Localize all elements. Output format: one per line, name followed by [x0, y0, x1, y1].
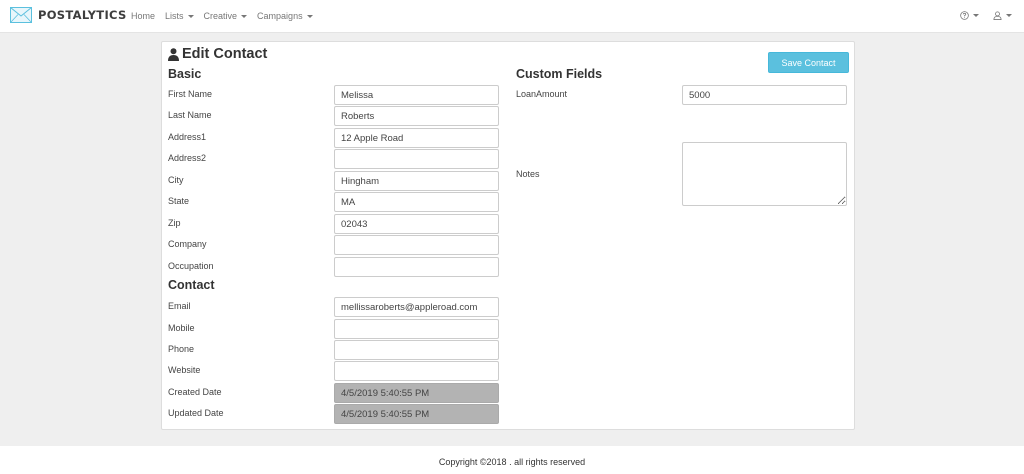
field-label: Created Date [168, 387, 222, 397]
created-date-input [334, 383, 499, 403]
brand-logo[interactable]: POSTALYTICS [10, 7, 127, 23]
field-company: Company [168, 235, 500, 255]
address2-input[interactable] [334, 149, 499, 169]
nav-creative[interactable]: Creative [204, 11, 248, 21]
field-label: Mobile [168, 323, 195, 333]
notes-textarea[interactable] [682, 142, 847, 206]
caret-down-icon [187, 14, 194, 18]
first-name-input[interactable] [334, 85, 499, 105]
nav-campaigns[interactable]: Campaigns [257, 11, 313, 21]
section-basic-title: Basic [168, 67, 202, 81]
field-address1: Address1 [168, 128, 500, 148]
caret-down-icon [306, 14, 313, 18]
field-website: Website [168, 361, 500, 381]
nav-creative-label: Creative [203, 11, 238, 21]
field-city: City [168, 171, 500, 191]
loan-amount-input[interactable] [682, 85, 847, 105]
field-phone: Phone [168, 340, 500, 360]
section-custom-fields-title: Custom Fields [516, 67, 603, 81]
caret-down-icon [241, 14, 248, 18]
user-menu[interactable] [993, 11, 1012, 20]
field-mobile: Mobile [168, 319, 500, 339]
field-notes: Notes [516, 142, 848, 206]
nav-right [946, 11, 1012, 20]
phone-input[interactable] [334, 340, 499, 360]
field-label: Notes [516, 169, 540, 179]
field-label: State [168, 196, 190, 206]
help-circle-icon [960, 11, 969, 20]
field-label: Phone [168, 344, 195, 354]
field-label: LoanAmount [516, 89, 568, 99]
field-address2: Address2 [168, 149, 500, 169]
page-title: Edit Contact [168, 46, 267, 62]
brand-name: POSTALYTICS [38, 8, 127, 22]
field-label: Zip [168, 218, 181, 228]
field-occupation: Occupation [168, 257, 500, 277]
nav-home-label: Home [131, 11, 156, 21]
page-title-text: Edit Contact [182, 46, 268, 62]
field-first-name: First Name [168, 85, 500, 105]
copyright-text: Copyright ©2018 . all rights reserved [438, 457, 586, 467]
field-label: City [168, 175, 184, 185]
field-last-name: Last Name [168, 106, 500, 126]
user-icon [168, 47, 179, 61]
email-input[interactable] [334, 297, 499, 317]
field-state: State [168, 192, 500, 212]
field-updated-date: Updated Date [168, 404, 500, 424]
field-created-date: Created Date [168, 383, 500, 403]
field-label: Address1 [168, 132, 207, 142]
nav-home[interactable]: Home [131, 11, 155, 21]
occupation-input[interactable] [334, 257, 499, 277]
save-contact-button[interactable]: Save Contact [768, 52, 849, 73]
help-menu[interactable] [960, 11, 979, 20]
nav-lists[interactable]: Lists [165, 11, 194, 21]
field-label: Last Name [168, 110, 212, 120]
field-label: Occupation [168, 261, 214, 271]
envelope-logo-icon [10, 7, 32, 23]
state-input[interactable] [334, 192, 499, 212]
edit-contact-card: Edit Contact Save Contact Basic First Na… [161, 41, 855, 430]
caret-down-icon [1006, 14, 1012, 17]
mobile-input[interactable] [334, 319, 499, 339]
zip-input[interactable] [334, 214, 499, 234]
last-name-input[interactable] [334, 106, 499, 126]
nav-lists-label: Lists [165, 11, 184, 21]
updated-date-input [334, 404, 499, 424]
field-label: Address2 [168, 153, 207, 163]
main-nav: Home Lists Creative Campaigns [131, 11, 323, 21]
caret-down-icon [973, 14, 979, 17]
nav-campaigns-label: Campaigns [257, 11, 303, 21]
field-loan-amount: LoanAmount [516, 85, 848, 106]
field-zip: Zip [168, 214, 500, 234]
city-input[interactable] [334, 171, 499, 191]
field-label: Company [168, 239, 207, 249]
user-icon [993, 11, 1002, 20]
company-input[interactable] [334, 235, 499, 255]
field-label: Email [168, 301, 191, 311]
page-footer: Copyright ©2018 . all rights reserved [0, 446, 1024, 474]
field-email: Email [168, 297, 500, 317]
field-label: Website [168, 365, 201, 375]
field-label: Updated Date [168, 408, 224, 418]
top-navbar: POSTALYTICS Home Lists Creative Campaign… [0, 0, 1024, 33]
address1-input[interactable] [334, 128, 499, 148]
section-contact-title: Contact [168, 278, 215, 292]
field-label: First Name [168, 89, 213, 99]
website-input[interactable] [334, 361, 499, 381]
